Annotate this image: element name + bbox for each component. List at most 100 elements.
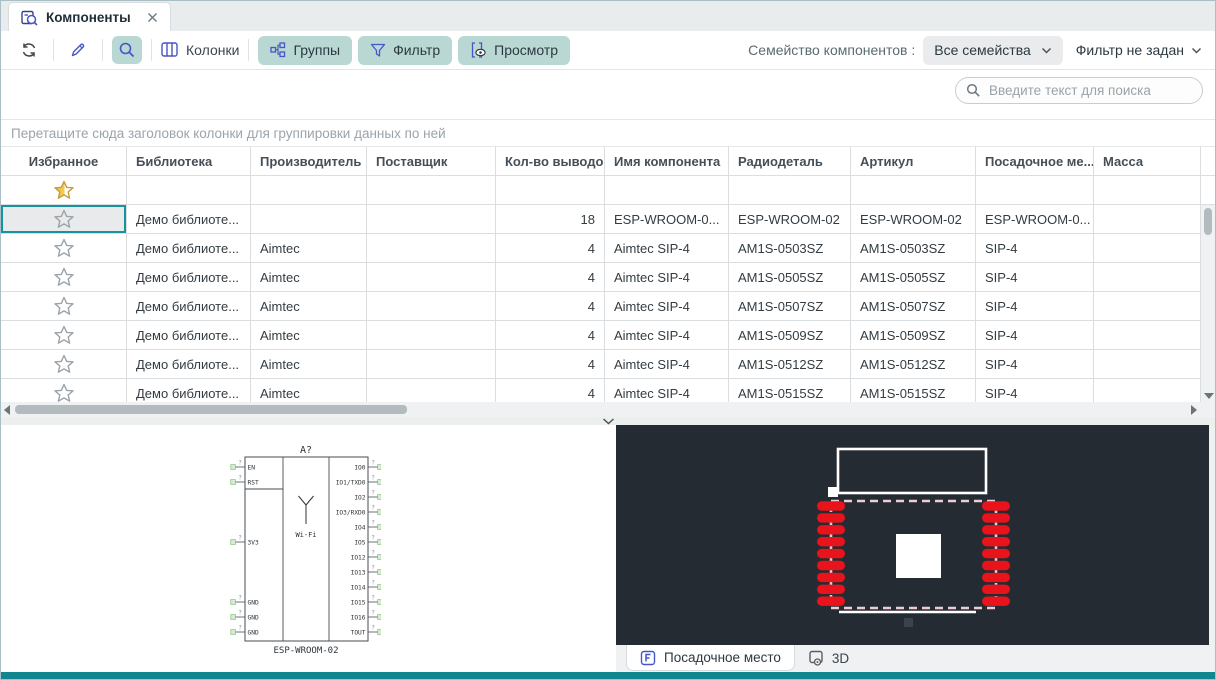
table-row[interactable]: Демо библиоте...Aimtec4Aimtec SIP-4AM1S-… [1,263,1201,292]
footprint-preview-canvas[interactable] [616,425,1209,645]
table-cell[interactable]: Aimtec [251,292,367,320]
favorite-star-icon[interactable] [54,354,74,374]
column-header-0[interactable]: Избранное [1,147,127,175]
table-cell[interactable]: Aimtec SIP-4 [605,292,729,320]
table-cell[interactable]: Aimtec [251,350,367,378]
table-cell[interactable]: ESP-WROOM-0... [605,205,729,233]
table-cell[interactable]: SIP-4 [976,263,1094,291]
column-header-7[interactable]: Артикул [851,147,976,175]
filter-cell-9[interactable] [1094,176,1201,204]
table-cell[interactable]: Демо библиоте... [127,321,251,349]
filter-cell-7[interactable] [851,176,976,204]
filter-cell-8[interactable] [976,176,1094,204]
table-cell[interactable] [367,234,496,262]
table-cell[interactable]: 4 [496,234,605,262]
table-cell[interactable]: Демо библиоте... [127,292,251,320]
table-cell[interactable]: ESP-WROOM-02 [851,205,976,233]
favorite-star-icon[interactable] [54,209,74,229]
filter-button[interactable]: Фильтр [358,36,452,65]
table-cell[interactable] [251,205,367,233]
tab-footprint[interactable]: Посадочное место [626,645,795,671]
preview-button[interactable]: Просмотр [458,36,570,65]
column-header-8[interactable]: Посадочное ме... [976,147,1094,175]
tab-components[interactable]: Компоненты [8,2,171,31]
table-cell[interactable]: Aimtec SIP-4 [605,321,729,349]
table-cell[interactable]: AM1S-0503SZ [851,234,976,262]
filter-cell-6[interactable] [729,176,851,204]
table-cell[interactable] [1,321,127,349]
family-select[interactable]: Все семейства [923,36,1063,65]
filter-status-dropdown[interactable]: Фильтр не задан [1076,42,1202,58]
column-header-2[interactable]: Производитель [251,147,367,175]
table-cell[interactable] [367,321,496,349]
table-cell[interactable]: SIP-4 [976,321,1094,349]
table-cell[interactable] [367,205,496,233]
table-cell[interactable]: 18 [496,205,605,233]
table-cell[interactable]: SIP-4 [976,292,1094,320]
horizontal-scrollbar-thumb[interactable] [15,405,407,414]
table-cell[interactable] [1,292,127,320]
table-cell[interactable]: ESP-WROOM-0... [976,205,1094,233]
table-cell[interactable] [1,350,127,378]
table-cell[interactable]: AM1S-0512SZ [729,350,851,378]
table-cell[interactable]: Aimtec [251,321,367,349]
table-cell[interactable]: SIP-4 [976,379,1094,402]
symbol-preview-canvas[interactable]: A? Wi-Fi ?EN?RST?3V3?GND?GND?GND?IO0?IO1… [229,442,381,662]
table-cell[interactable]: Демо библиоте... [127,205,251,233]
table-cell[interactable] [1,234,127,262]
table-cell[interactable] [367,292,496,320]
table-cell[interactable] [1094,379,1201,402]
table-cell[interactable] [1094,263,1201,291]
table-cell[interactable]: 4 [496,321,605,349]
table-cell[interactable]: AM1S-0515SZ [729,379,851,402]
table-cell[interactable]: Aimtec [251,263,367,291]
table-cell[interactable]: AM1S-0507SZ [851,292,976,320]
table-cell[interactable]: AM1S-0509SZ [729,321,851,349]
table-row[interactable]: Демо библиоте...Aimtec4Aimtec SIP-4AM1S-… [1,379,1201,402]
table-cell[interactable]: Aimtec SIP-4 [605,234,729,262]
column-header-6[interactable]: Радиодеталь [729,147,851,175]
group-by-hint[interactable]: Перетащите сюда заголовок колонки для гр… [1,119,1215,147]
filter-cell-1[interactable] [127,176,251,204]
filter-cell-2[interactable] [251,176,367,204]
favorite-star-icon[interactable] [54,267,74,287]
table-cell[interactable]: ESP-WROOM-02 [729,205,851,233]
table-cell[interactable] [1094,205,1201,233]
column-header-4[interactable]: Кол-во выводов [496,147,605,175]
table-cell[interactable]: 4 [496,350,605,378]
table-cell[interactable]: AM1S-0515SZ [851,379,976,402]
collapse-chevron-icon[interactable] [602,418,615,425]
tab-3d[interactable]: 3D [795,645,862,671]
table-row[interactable]: Демо библиоте...Aimtec4Aimtec SIP-4AM1S-… [1,292,1201,321]
table-cell[interactable] [1,379,127,402]
horizontal-scrollbar[interactable] [1,402,1215,417]
table-cell[interactable]: Aimtec SIP-4 [605,350,729,378]
favorite-star-icon[interactable] [54,296,74,316]
table-cell[interactable]: AM1S-0509SZ [851,321,976,349]
search-input[interactable] [989,83,1189,98]
table-cell[interactable]: 4 [496,379,605,402]
favorite-filter-star-icon[interactable] [54,180,74,200]
table-cell[interactable]: SIP-4 [976,234,1094,262]
table-cell[interactable]: Aimtec [251,234,367,262]
table-cell[interactable] [1,205,127,233]
filter-cell-5[interactable] [605,176,729,204]
table-cell[interactable]: Демо библиоте... [127,263,251,291]
table-cell[interactable] [1,263,127,291]
refresh-button[interactable] [14,36,44,64]
table-cell[interactable] [367,350,496,378]
table-row[interactable]: Демо библиоте...Aimtec4Aimtec SIP-4AM1S-… [1,234,1201,263]
table-row[interactable]: Демо библиоте...Aimtec4Aimtec SIP-4AM1S-… [1,350,1201,379]
favorite-star-icon[interactable] [54,383,74,402]
table-cell[interactable] [1094,321,1201,349]
table-cell[interactable]: AM1S-0505SZ [729,263,851,291]
scroll-down-arrow[interactable] [1204,393,1214,399]
search-toggle-button[interactable] [112,36,142,64]
favorite-star-icon[interactable] [54,238,74,258]
filter-cell-4[interactable] [496,176,605,204]
groups-button[interactable]: Группы [258,36,352,65]
table-cell[interactable]: AM1S-0507SZ [729,292,851,320]
table-cell[interactable]: 4 [496,263,605,291]
column-header-3[interactable]: Поставщик [367,147,496,175]
edit-button[interactable] [63,36,93,64]
